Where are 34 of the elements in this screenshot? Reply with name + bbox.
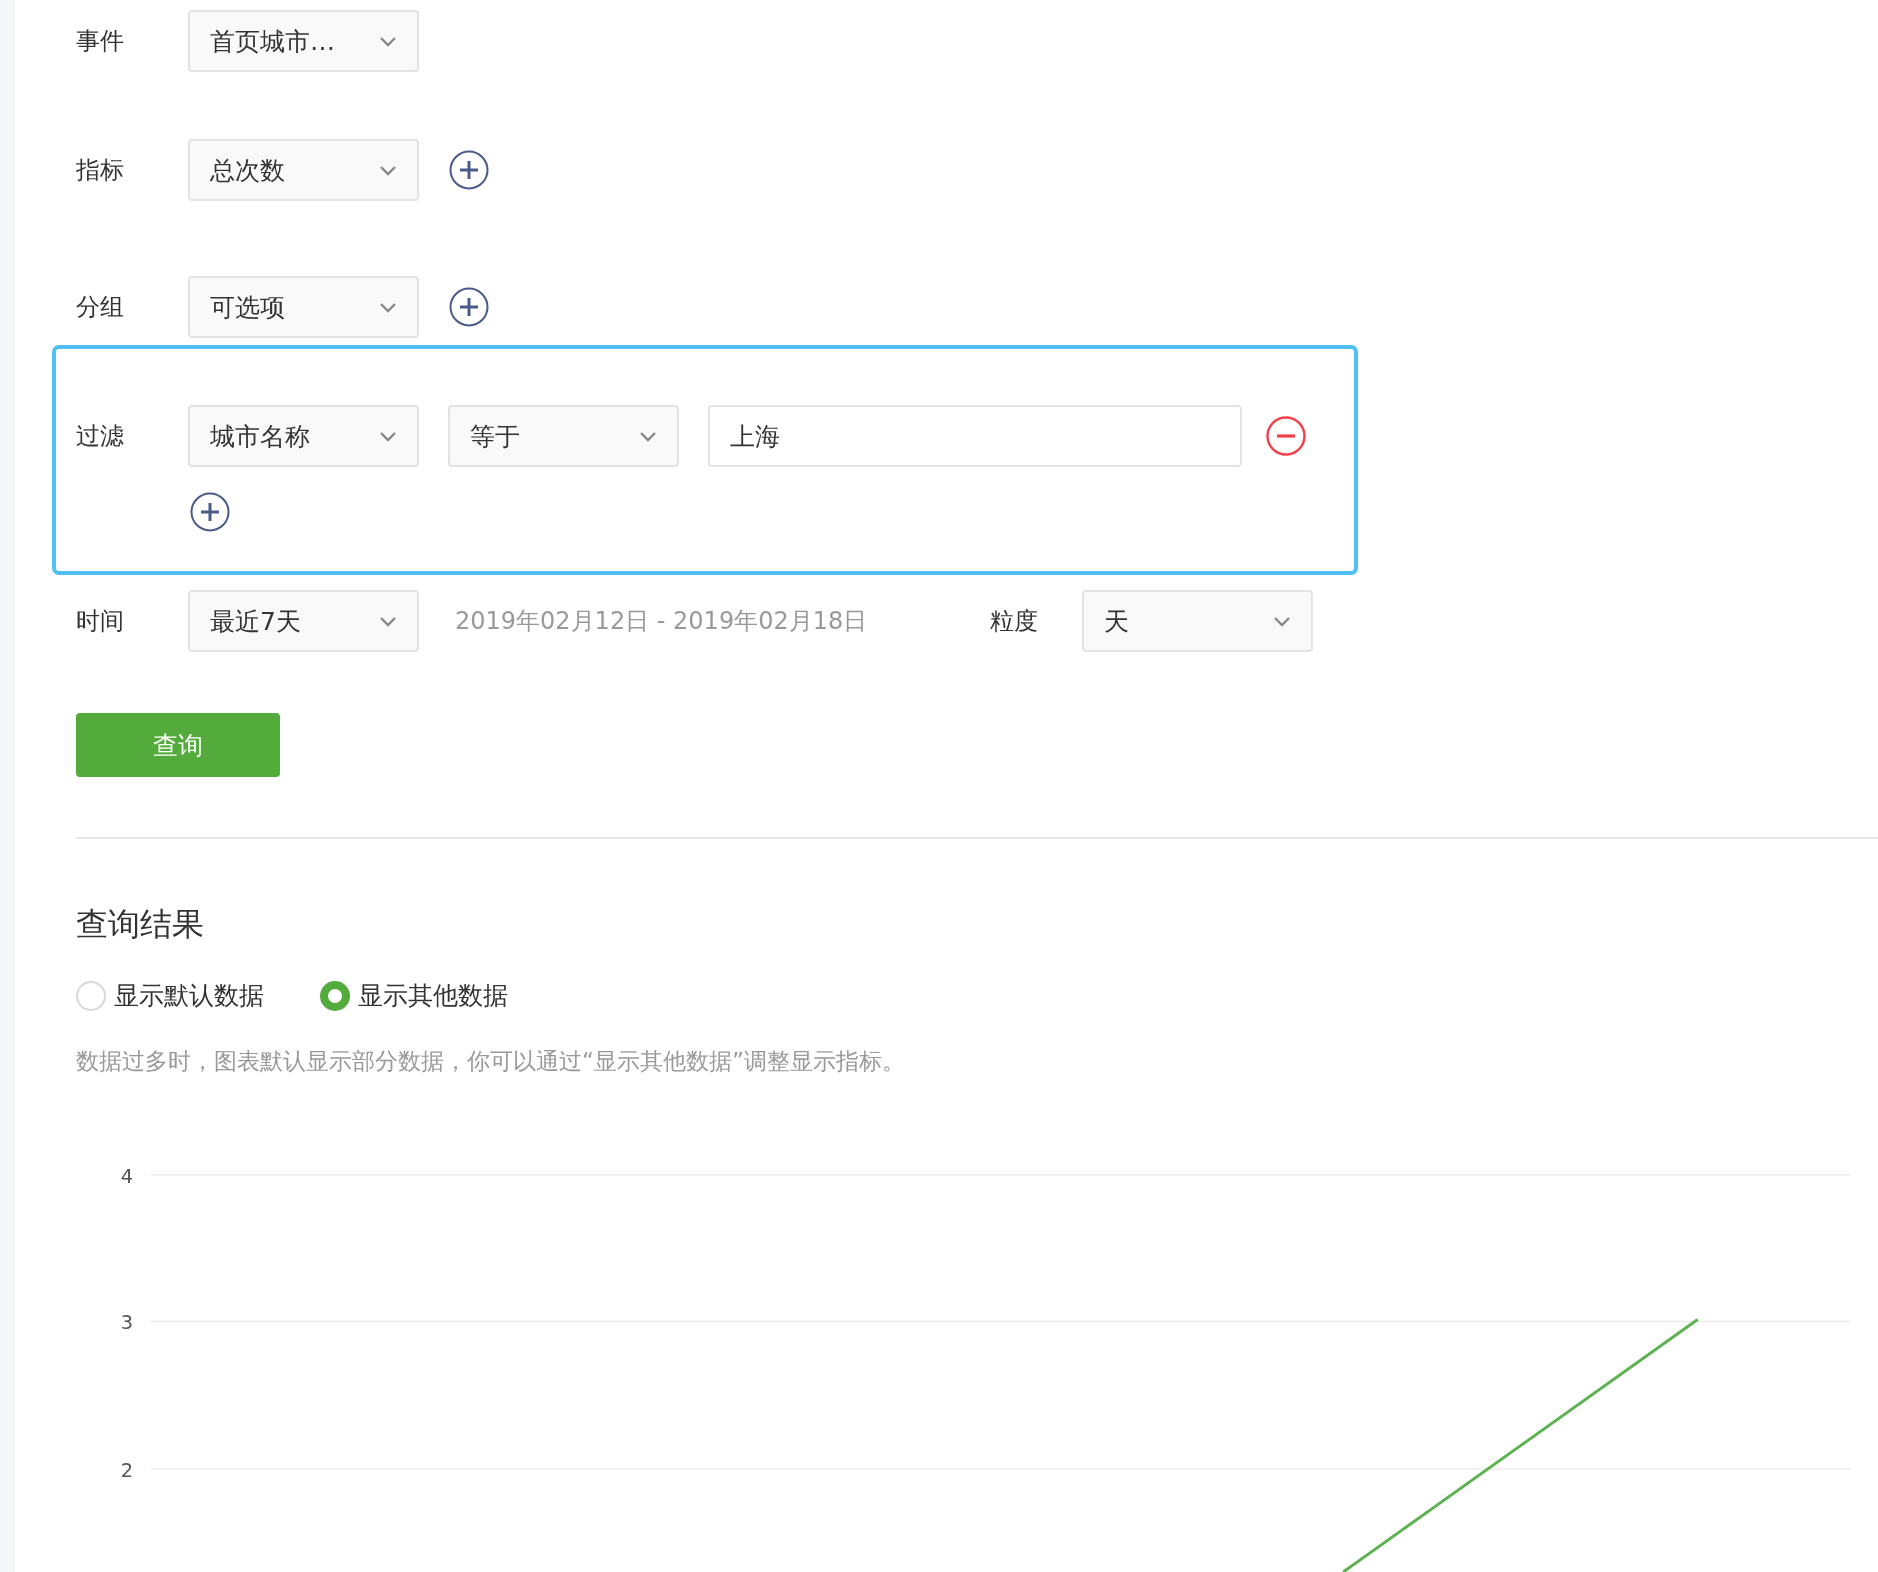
chevron-down-icon [1273,615,1291,627]
dropdown-select[interactable]: 可选项 [188,276,419,338]
section-title: 查询结果 [76,904,205,945]
radio-option[interactable]: 显示其他数据 [320,979,508,1012]
add-icon[interactable] [449,150,489,190]
field-label: 时间 [76,606,125,638]
dropdown-select[interactable]: 天 [1082,590,1313,653]
chevron-down-icon [639,430,657,442]
radio-icon[interactable] [320,980,350,1011]
chevron-down-icon [379,35,397,47]
dropdown-select[interactable]: 最近7天 [188,590,419,653]
remove-icon[interactable] [1266,416,1306,456]
axis-tick-label: 2 [120,1458,134,1482]
chevron-down-icon [379,430,397,442]
date-range: 2019年02月12日 - 2019年02月18日 [455,606,869,638]
field-label: 过滤 [76,421,125,452]
add-icon[interactable] [449,287,489,327]
chevron-down-icon [379,301,397,313]
hint-text: 数据过多时，图表默认显示部分数据，你可以通过“显示其他数据”调整显示指标。 [76,1047,906,1076]
add-icon[interactable] [190,492,230,532]
dropdown-select[interactable]: 总次数 [188,139,419,201]
radio-option[interactable]: 显示默认数据 [76,979,264,1012]
field-label: 指标 [76,155,125,186]
axis-tick-label: 4 [120,1164,134,1188]
dropdown-select[interactable]: 城市名称 [188,405,419,467]
chevron-down-icon [379,164,397,176]
chevron-down-icon [379,615,397,627]
dropdown-select[interactable]: 首页城市… [188,10,419,72]
field-label: 分组 [76,292,125,323]
dropdown-select[interactable]: 等于 [448,405,679,467]
field-label: 事件 [76,26,125,57]
field-label: 粒度 [990,606,1039,638]
text-input[interactable]: 上海 [708,405,1242,467]
axis-tick-label: 3 [120,1311,134,1335]
